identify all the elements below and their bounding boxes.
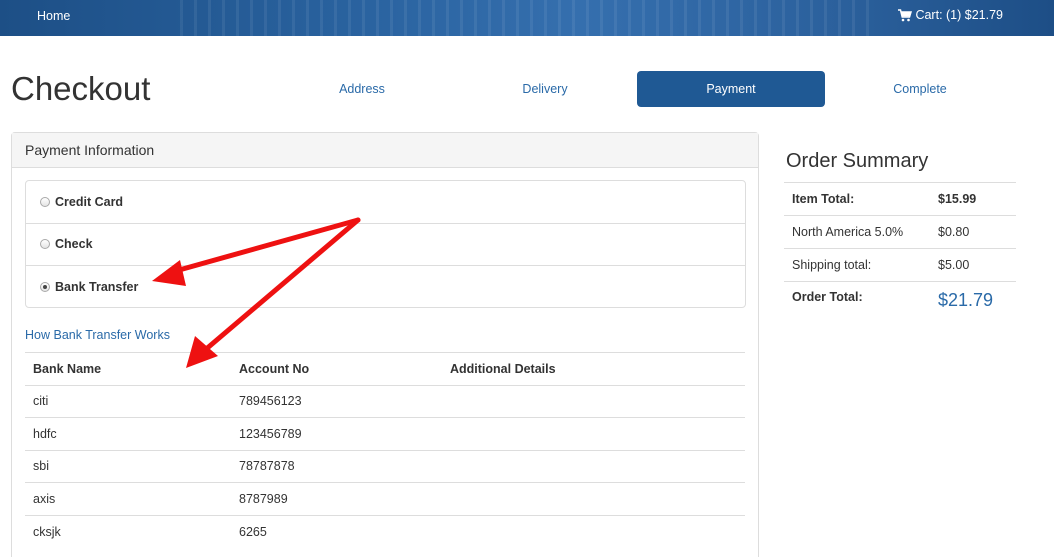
page-title: Checkout <box>11 70 151 107</box>
order-summary-table: Item Total: $15.99 North America 5.0% $0… <box>784 182 1016 322</box>
additional-details-cell <box>442 417 745 450</box>
cart-link[interactable]: Cart: (1) $21.79 <box>898 8 1003 22</box>
step-payment[interactable]: Payment <box>637 71 825 107</box>
summary-row-item-total: Item Total: $15.99 <box>784 182 1016 216</box>
option-label: Bank Transfer <box>55 280 139 295</box>
cart-icon <box>898 8 913 21</box>
account-no-cell: 8787989 <box>231 482 442 515</box>
column-header-additional-details: Additional Details <box>442 352 745 386</box>
additional-details-cell <box>442 384 745 418</box>
radio-bank-transfer[interactable] <box>40 282 50 293</box>
summary-row-shipping: Shipping total: $5.00 <box>784 248 1016 282</box>
order-summary-title: Order Summary <box>786 150 929 172</box>
column-header-bank-name: Bank Name <box>25 352 231 386</box>
additional-details-cell <box>442 482 745 515</box>
bank-name-cell: hdfc <box>25 417 231 450</box>
bank-name-cell: cksjk <box>25 514 231 548</box>
top-navbar: Home Cart: (1) $21.79 <box>0 0 1054 36</box>
home-link[interactable]: Home <box>37 9 70 23</box>
column-header-account-no: Account No <box>231 352 442 386</box>
radio-credit-card[interactable] <box>40 196 50 207</box>
order-total-value: $21.79 <box>930 281 1016 322</box>
shipping-label: Shipping total: <box>784 248 930 282</box>
step-address[interactable]: Address <box>268 71 456 107</box>
cart-label: Cart: (1) $21.79 <box>915 8 1003 22</box>
table-row: cksjk 6265 <box>25 514 745 548</box>
account-no-cell: 78787878 <box>231 449 442 483</box>
bank-name-cell: axis <box>25 482 231 515</box>
table-header-row: Bank Name Account No Additional Details <box>25 352 745 386</box>
payment-option-bank-transfer[interactable]: Bank Transfer <box>26 266 745 309</box>
step-delivery[interactable]: Delivery <box>451 71 639 107</box>
payment-panel-heading: Payment Information <box>12 133 758 168</box>
additional-details-cell <box>442 514 745 548</box>
option-label: Credit Card <box>55 194 124 209</box>
bank-name-cell: citi <box>25 384 231 418</box>
tax-value: $0.80 <box>930 215 1016 249</box>
account-no-cell: 123456789 <box>231 417 442 450</box>
table-row: sbi 78787878 <box>25 449 745 483</box>
navbar-background-pattern <box>180 0 880 36</box>
table-row: citi 789456123 <box>25 384 745 418</box>
step-complete[interactable]: Complete <box>826 71 1014 107</box>
account-no-cell: 789456123 <box>231 384 442 418</box>
payment-option-credit-card[interactable]: Credit Card <box>26 181 745 224</box>
option-label: Check <box>55 237 93 252</box>
payment-panel: Payment Information Credit Card Check Ba… <box>11 132 759 557</box>
tax-label: North America 5.0% <box>784 215 930 249</box>
how-bank-transfer-works-link[interactable]: How Bank Transfer Works <box>25 328 170 342</box>
radio-check[interactable] <box>40 239 50 250</box>
account-no-cell: 6265 <box>231 514 442 548</box>
bank-name-cell: sbi <box>25 449 231 483</box>
item-total-label: Item Total: <box>784 182 930 216</box>
item-total-value: $15.99 <box>930 182 1016 216</box>
bank-table: Bank Name Account No Additional Details … <box>25 352 745 548</box>
table-row: hdfc 123456789 <box>25 417 745 450</box>
shipping-value: $5.00 <box>930 248 1016 282</box>
payment-option-check[interactable]: Check <box>26 224 745 266</box>
additional-details-cell <box>442 449 745 483</box>
payment-options: Credit Card Check Bank Transfer <box>25 180 746 308</box>
table-row: axis 8787989 <box>25 482 745 515</box>
summary-row-order-total: Order Total: $21.79 <box>784 281 1016 322</box>
summary-row-tax: North America 5.0% $0.80 <box>784 215 1016 249</box>
order-total-label: Order Total: <box>784 281 930 322</box>
